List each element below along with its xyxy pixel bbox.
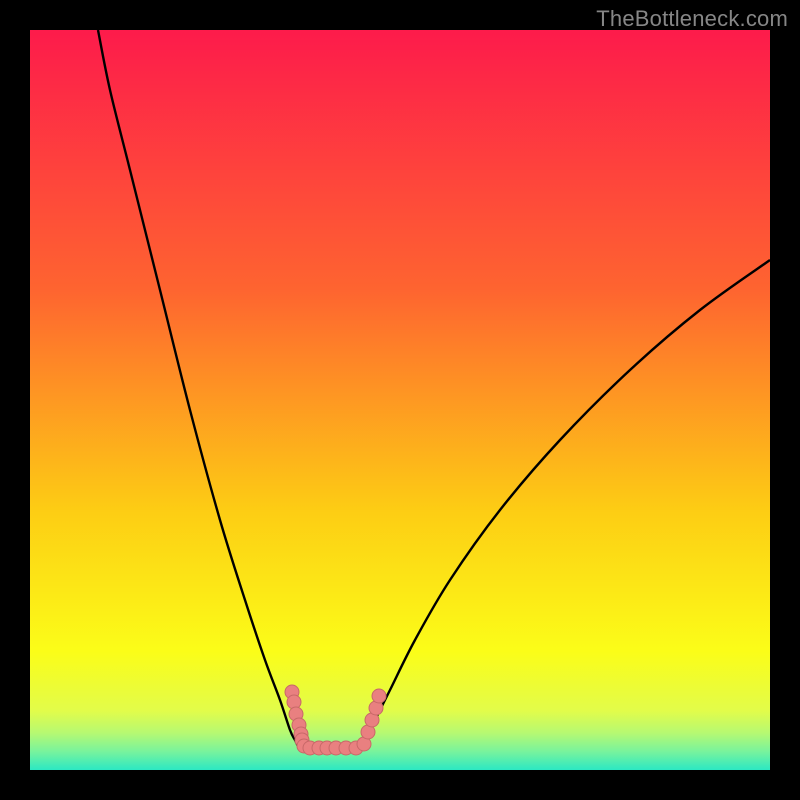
chart-svg: [30, 30, 770, 770]
data-dot: [372, 689, 386, 703]
gradient-background: [30, 30, 770, 770]
watermark-text: TheBottleneck.com: [596, 6, 788, 32]
chart-plot-area: [30, 30, 770, 770]
